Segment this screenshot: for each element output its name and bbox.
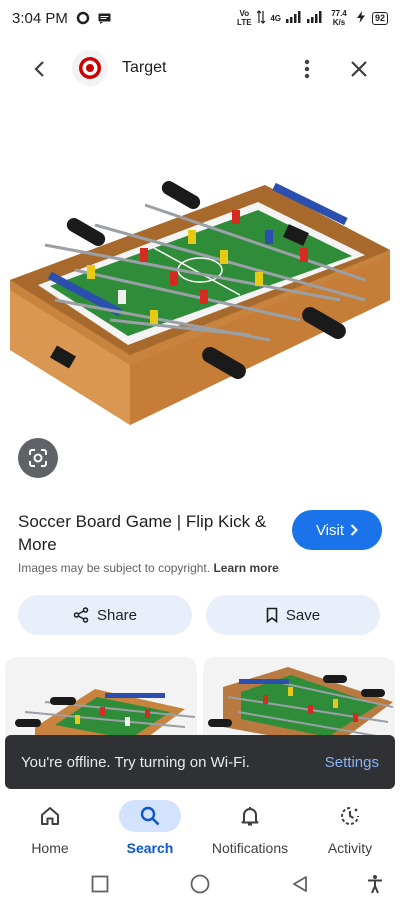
signal-icon-2: [306, 10, 323, 26]
home-icon: [41, 807, 59, 825]
nav-search-label: Search: [126, 840, 174, 856]
triangle-back-icon: [293, 876, 307, 892]
share-button[interactable]: Share: [18, 595, 192, 635]
back-button[interactable]: [26, 56, 52, 82]
square-icon: [91, 875, 109, 893]
nav-activity-label: Activity: [327, 840, 373, 856]
learn-more-link[interactable]: Learn more: [213, 561, 278, 575]
settings-link[interactable]: Settings: [325, 754, 379, 771]
back-system-button[interactable]: [288, 872, 312, 896]
more-options-button[interactable]: [294, 56, 320, 82]
product-image[interactable]: [0, 150, 400, 440]
nav-search[interactable]: Search: [100, 795, 200, 865]
bell-icon: [241, 807, 259, 826]
message-icon: [98, 13, 111, 24]
share-label: Share: [96, 606, 138, 624]
nav-home-label: Home: [31, 840, 69, 856]
bookmark-icon: [266, 607, 278, 623]
product-title: Soccer Board Game | Flip Kick & More: [18, 512, 267, 554]
more-vert-icon: [304, 59, 310, 79]
visit-button[interactable]: Visit: [292, 510, 382, 550]
nav-notifications-label: Notifications: [211, 840, 289, 856]
target-logo-icon: [79, 57, 101, 79]
search-icon: [140, 806, 160, 826]
close-button[interactable]: [346, 56, 372, 82]
accessibility-icon: [368, 875, 382, 894]
network-speed: 77.4 K/s: [331, 9, 347, 27]
nav-notifications[interactable]: Notifications: [200, 795, 300, 865]
nav-activity[interactable]: Activity: [300, 795, 400, 865]
save-button[interactable]: Save: [206, 595, 380, 635]
status-time: 3:04 PM: [12, 9, 68, 27]
save-label: Save: [285, 606, 321, 624]
lens-icon: [29, 449, 47, 467]
related-image-1[interactable]: [5, 657, 197, 747]
battery-icon: 92: [371, 11, 388, 25]
top-bar: Target: [0, 44, 400, 92]
status-indicators: Vo LTE 4G 77.4 K/s 92: [236, 9, 388, 27]
recents-button[interactable]: [88, 872, 112, 896]
network-type: 4G: [270, 13, 281, 23]
bottom-navigation: Home Search Notifications Activity: [0, 795, 400, 865]
charging-icon: [355, 10, 367, 26]
sync-icon: [76, 11, 90, 25]
accessibility-button[interactable]: [363, 872, 387, 896]
foosball-table-image: [10, 181, 390, 425]
snackbar-message: You're offline. Try turning on Wi-Fi.: [21, 753, 250, 771]
home-system-button[interactable]: [188, 872, 212, 896]
copyright-text: Images may be subject to copyright.: [18, 561, 211, 575]
back-arrow-icon: [34, 61, 44, 77]
google-lens-button[interactable]: [18, 438, 58, 478]
related-image-2[interactable]: [203, 657, 395, 747]
offline-snackbar: You're offline. Try turning on Wi-Fi. Se…: [5, 735, 395, 789]
status-bar: 3:04 PM Vo LTE 4G 77.4 K/s 92: [0, 0, 400, 36]
share-icon: [73, 607, 89, 623]
data-arrows-icon: [256, 9, 266, 27]
chevron-right-icon: [350, 524, 358, 536]
copyright-notice: Images may be subject to copyright. Lear…: [18, 561, 279, 575]
nav-home[interactable]: Home: [0, 795, 100, 865]
circle-icon: [190, 874, 210, 894]
volte-indicator: Vo LTE: [237, 9, 252, 27]
visit-label: Visit: [315, 521, 345, 539]
activity-icon: [341, 807, 359, 825]
site-logo: [72, 50, 108, 86]
signal-icon-1: [285, 10, 302, 26]
close-icon: [351, 61, 367, 77]
system-navigation-bar: [0, 866, 400, 902]
site-title: Target: [122, 59, 167, 76]
